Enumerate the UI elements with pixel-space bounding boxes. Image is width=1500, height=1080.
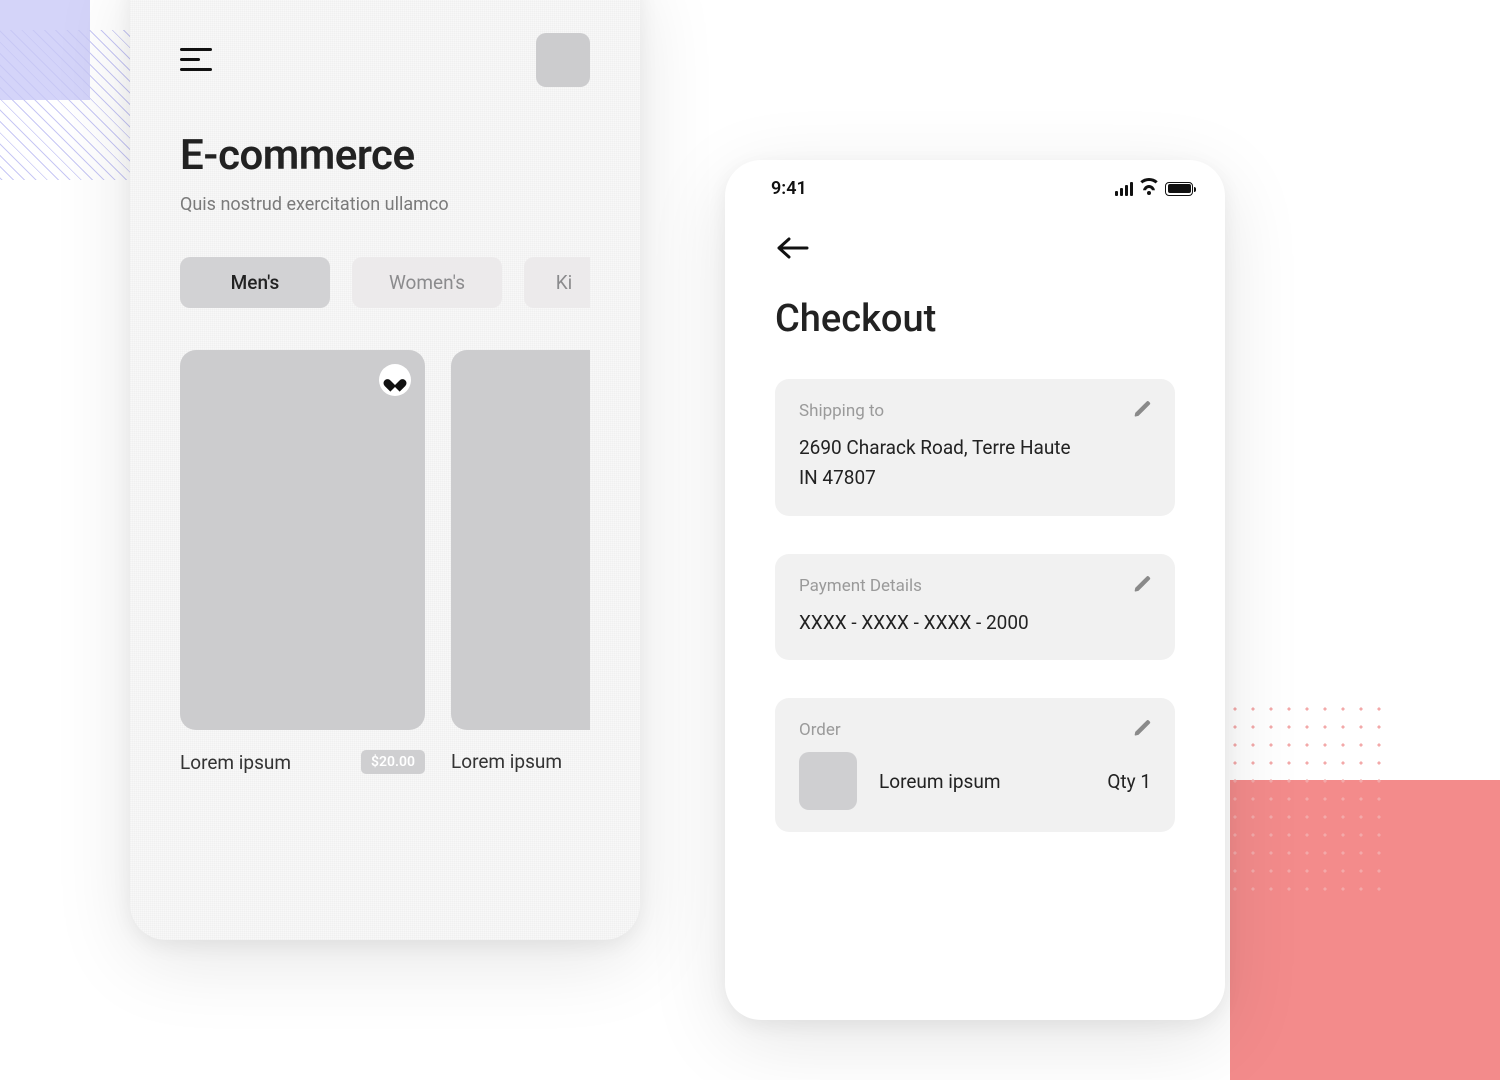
product-image-placeholder bbox=[451, 350, 590, 730]
tab-mens[interactable]: Men's bbox=[180, 257, 330, 308]
avatar-placeholder[interactable] bbox=[536, 33, 590, 87]
tab-womens[interactable]: Women's bbox=[352, 257, 502, 308]
arrow-left-icon bbox=[775, 235, 809, 261]
signal-icon bbox=[1115, 182, 1133, 196]
order-label: Order bbox=[799, 720, 1151, 740]
tab-kids[interactable]: Ki bbox=[524, 257, 590, 308]
product-price-badge: $20.00 bbox=[361, 750, 425, 774]
favorite-button[interactable] bbox=[379, 364, 411, 396]
payment-label: Payment Details bbox=[799, 576, 1151, 596]
phone-screen-checkout: 9:41 Checkout Shipping to 2690 Charack R… bbox=[725, 160, 1225, 1020]
product-name: Lorem ipsum bbox=[451, 750, 562, 773]
wifi-icon bbox=[1140, 182, 1158, 196]
battery-icon bbox=[1165, 182, 1193, 196]
page-title: Checkout bbox=[775, 297, 1175, 341]
order-item-row: Loreum ipsum Qty 1 bbox=[799, 752, 1151, 810]
heart-icon bbox=[388, 374, 402, 386]
edit-order-button[interactable] bbox=[1133, 718, 1153, 738]
shipping-address-line2: IN 47807 bbox=[799, 463, 1151, 493]
product-card[interactable]: Lorem ipsum bbox=[451, 350, 590, 774]
edit-shipping-button[interactable] bbox=[1133, 399, 1153, 419]
product-list: Lorem ipsum $20.00 Lorem ipsum bbox=[180, 350, 590, 774]
pencil-icon bbox=[1133, 574, 1153, 594]
product-image-placeholder bbox=[180, 350, 425, 730]
pencil-icon bbox=[1133, 718, 1153, 738]
decorative-hatching bbox=[0, 30, 150, 180]
product-card[interactable]: Lorem ipsum $20.00 bbox=[180, 350, 425, 774]
payment-card: Payment Details XXXX - XXXX - XXXX - 200… bbox=[775, 554, 1175, 660]
status-indicators bbox=[1115, 182, 1193, 196]
shipping-label: Shipping to bbox=[799, 401, 1151, 421]
menu-icon[interactable] bbox=[180, 48, 212, 72]
phone-screen-home: 9:41 E-commerce Quis nostrud exercitatio… bbox=[130, 0, 640, 940]
page-title: E-commerce bbox=[180, 131, 590, 180]
edit-payment-button[interactable] bbox=[1133, 574, 1153, 594]
product-name: Lorem ipsum bbox=[180, 751, 291, 774]
back-button[interactable] bbox=[775, 235, 809, 261]
shipping-address-line1: 2690 Charack Road, Terre Haute bbox=[799, 433, 1151, 463]
order-card: Order Loreum ipsum Qty 1 bbox=[775, 698, 1175, 832]
pencil-icon bbox=[1133, 399, 1153, 419]
status-bar: 9:41 bbox=[130, 0, 640, 5]
order-item-name: Loreum ipsum bbox=[879, 770, 1085, 793]
shipping-card: Shipping to 2690 Charack Road, Terre Hau… bbox=[775, 379, 1175, 516]
status-bar: 9:41 bbox=[725, 160, 1225, 205]
category-tabs: Men's Women's Ki bbox=[180, 257, 590, 308]
page-subtitle: Quis nostrud exercitation ullamco bbox=[180, 194, 590, 215]
order-item-thumbnail bbox=[799, 752, 857, 810]
status-time: 9:41 bbox=[771, 178, 807, 199]
payment-value: XXXX - XXXX - XXXX - 2000 bbox=[799, 608, 1151, 638]
order-item-qty: Qty 1 bbox=[1107, 770, 1151, 793]
